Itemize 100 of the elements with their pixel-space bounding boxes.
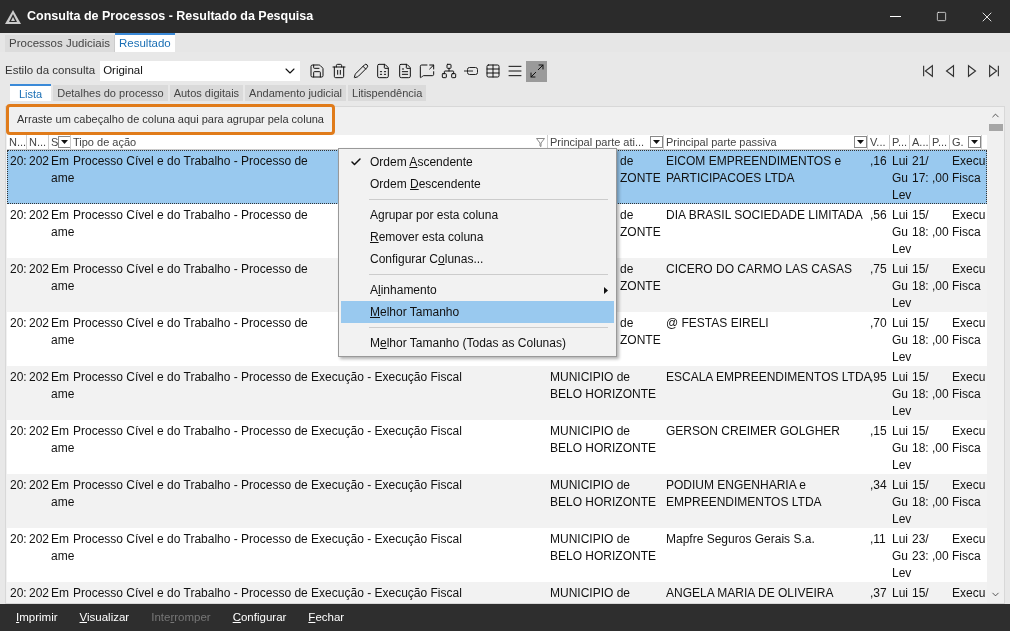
table-cell: Processo Cível e do Trabalho - Processo de	[73, 207, 308, 224]
caret-icon	[971, 140, 978, 144]
table-cell: Execu	[952, 585, 986, 602]
dropdown-button[interactable]	[968, 136, 981, 148]
table-cell: Processo Cível e do Trabalho - Processo de	[73, 153, 308, 170]
table-cell: 15/	[912, 585, 929, 602]
table-cell: 23/ 23:	[912, 531, 929, 565]
table-cell: 15/ 18:	[912, 477, 929, 511]
table-cell: 202	[29, 423, 50, 440]
scroll-thumb[interactable]	[988, 124, 1003, 131]
table-cell: ,00	[932, 386, 949, 403]
table-cell: ,00	[932, 224, 949, 241]
table-cell: Mapfre Seguros Gerais S.a.	[666, 531, 815, 548]
menu-item[interactable]: Agrupar por esta coluna	[341, 204, 614, 226]
logo-icon	[5, 9, 21, 24]
table-cell: Em ame	[51, 531, 75, 565]
tab[interactable]: Lista	[10, 84, 52, 101]
table-cell: EICOM EMPREENDIMENTOS e PARTICIPACOES LTDA	[666, 153, 842, 187]
footer-button[interactable]: Fechar	[302, 608, 351, 627]
menu-item[interactable]: Alinhamento	[341, 279, 614, 301]
table-cell: ,00	[932, 494, 949, 511]
column-header[interactable]: S	[49, 135, 71, 149]
menu-item[interactable]: Melhor Tamanho	[341, 301, 614, 323]
tab[interactable]: Detalhes do processo	[53, 85, 168, 101]
footer-button[interactable]: Imprimir	[10, 608, 64, 627]
table-cell: 202	[29, 153, 50, 170]
table-cell: Lui Gu Lev	[892, 477, 912, 528]
table-cell: Lui Gu Lev	[892, 261, 912, 312]
footer-button[interactable]: Configurar	[226, 608, 293, 627]
table-cell: ,37	[870, 585, 887, 602]
table-cell: ESCALA EMPREENDIMENTOS LTDA	[666, 369, 872, 386]
column-header[interactable]: V...	[868, 135, 890, 149]
table-cell: de ZONTE	[620, 153, 661, 187]
comment-icon	[418, 63, 435, 79]
table-cell: 20:	[10, 315, 27, 332]
style-select[interactable]: Original	[100, 61, 301, 81]
table-cell: 20:	[10, 207, 27, 224]
table-cell: @ FESTAS EIRELI	[666, 315, 769, 332]
dropdown-button[interactable]	[58, 136, 70, 148]
table-cell: 15/ 18:	[912, 315, 929, 349]
column-header[interactable]: A...	[910, 135, 930, 149]
table-cell: Processo Cível e do Trabalho - Processo de Execução - Execução Fiscal	[73, 585, 462, 602]
save-icon	[308, 63, 325, 79]
table-cell: Processo Cível e do Trabalho - Processo de	[73, 315, 308, 332]
style-label: Estilo da consulta	[5, 63, 96, 79]
table-cell: Execu Fisca	[952, 531, 986, 565]
column-header[interactable]: Principal parte passiva	[664, 135, 868, 149]
table-cell: 20:	[10, 369, 27, 386]
table-cell: Execu Fisca	[952, 369, 986, 403]
caret-icon	[857, 140, 864, 144]
collapse-icon	[463, 67, 478, 75]
table-cell: Em ame	[51, 477, 75, 511]
footer-button[interactable]: Visualizar	[73, 608, 136, 627]
menu-item[interactable]: Ordem Ascendente	[341, 151, 614, 173]
column-header[interactable]: N...	[27, 135, 49, 149]
table-cell: 202	[29, 477, 50, 494]
window-title: Consulta de Processos - Resultado da Pesquisa	[27, 8, 314, 26]
tab[interactable]: Autos digitais	[169, 85, 244, 101]
table-cell: 20:	[10, 261, 27, 278]
menu-item[interactable]: Ordem Descendente	[341, 173, 614, 195]
table-cell: 202	[29, 315, 50, 332]
table-cell: Execu Fisca	[952, 207, 986, 241]
table-cell: 21/ 17:	[912, 153, 929, 187]
table-cell: Execu Fisca	[952, 315, 986, 349]
tab[interactable]: Processos Judiciais	[5, 35, 115, 52]
table-cell: Em	[51, 585, 69, 602]
table-cell: Em ame	[51, 315, 75, 349]
spreadsheet-icon	[374, 63, 391, 79]
table-cell: Execu Fisca	[952, 477, 986, 511]
menu-item[interactable]: Configurar Colunas...	[341, 248, 614, 270]
document-icon	[396, 63, 413, 79]
table-cell: 20:	[10, 477, 27, 494]
toolbar-button[interactable]	[526, 60, 548, 82]
table-cell: Lui Gu Lev	[892, 315, 912, 366]
table-cell: ,56	[870, 207, 887, 224]
table-cell: ANGELA MARIA DE OLIVEIRA	[666, 585, 834, 602]
menu-item[interactable]: Remover esta coluna	[341, 226, 614, 248]
dropdown-button[interactable]	[650, 136, 663, 148]
tab[interactable]: Andamento judicial	[245, 85, 347, 101]
column-header[interactable]: G.	[950, 135, 982, 149]
column-header[interactable]: N...	[7, 135, 27, 149]
table-cell: 202	[29, 207, 50, 224]
table-cell: 20:	[10, 423, 27, 440]
caret-icon	[61, 140, 69, 144]
table-cell: ,15	[870, 423, 887, 440]
tab[interactable]: Litispendência	[348, 85, 427, 101]
column-header[interactable]: P...	[890, 135, 910, 149]
dropdown-button[interactable]	[854, 136, 867, 148]
check-icon	[349, 156, 362, 168]
filter-icon[interactable]	[536, 137, 545, 147]
menu-item[interactable]: Melhor Tamanho (Todas as Colunas)	[341, 332, 614, 354]
column-header[interactable]: P...	[930, 135, 950, 149]
table-cell: Processo Cível e do Trabalho - Processo de Execução - Execução Fiscal	[73, 477, 462, 494]
table-cell: 20:	[10, 153, 27, 170]
table-icon	[484, 63, 501, 79]
tab[interactable]: Resultado	[115, 33, 175, 52]
table-cell: Em ame	[51, 153, 75, 187]
group-by-hint: Arraste um cabeçalho de coluna aqui para agrupar pela coluna	[6, 104, 335, 135]
expand-icon	[528, 63, 545, 79]
table-cell: Lui	[892, 585, 908, 602]
